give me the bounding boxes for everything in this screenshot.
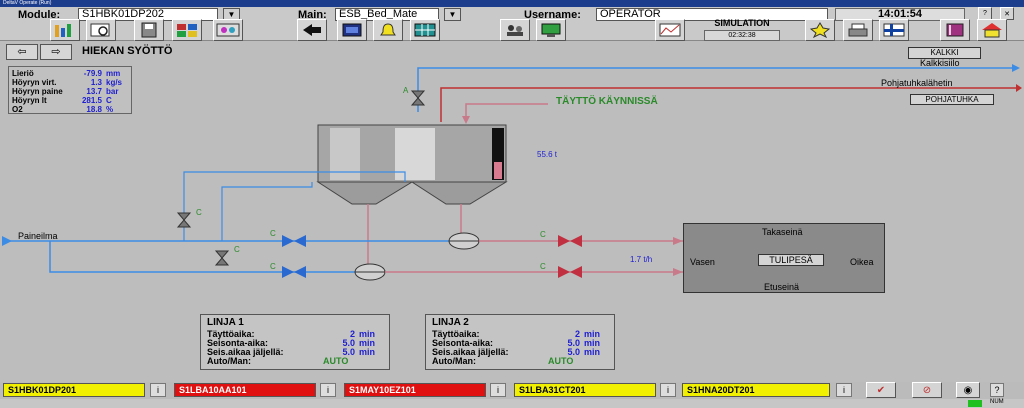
silo-cone-left (316, 181, 414, 205)
valve-c2-label: C (234, 245, 240, 254)
mode-label: Auto/Man: (207, 356, 251, 366)
tulipesa-button[interactable]: TULIPESÄ (758, 254, 824, 266)
valve-red-2-label: C (540, 262, 546, 271)
no-sound-icon: ⊘ (922, 384, 932, 396)
valve-a-icon (410, 90, 426, 99)
furnace: Takaseinä Vasen TULIPESÄ Oikea Etuseinä (683, 223, 885, 293)
num-lock: NUM (990, 399, 1004, 405)
mode-value[interactable]: AUTO (323, 356, 348, 366)
line-2-panel: LINJA 2 Täyttöaika: 2 min Seisonta-aika: 5.… (425, 314, 615, 370)
alarm-info-button[interactable]: i (150, 383, 166, 397)
kalkkisiilo-label: Kalkkisiilo (920, 58, 960, 68)
furnace-top: Takaseinä (762, 227, 803, 237)
alarm-info-button[interactable]: i (660, 383, 676, 397)
line-title: LINJA 2 (432, 317, 469, 328)
line-title: LINJA 1 (207, 317, 244, 328)
alarm-info-button[interactable]: i (836, 383, 852, 397)
fill-arrow-icon (462, 116, 470, 124)
valve-c1-label: C (196, 208, 202, 217)
silo-level-value: 55.6 t (537, 150, 558, 159)
alarm-item[interactable]: S1HNA20DT201 (682, 383, 830, 397)
valve-blue-1-icon (282, 235, 294, 247)
fill-pipe (465, 103, 548, 122)
furnace-bottom: Etuseinä (764, 282, 800, 292)
silo-level-fill (494, 162, 502, 179)
ack-alarm-button[interactable]: ✔ (866, 382, 896, 398)
remain-unit: min (584, 347, 601, 357)
valve-blue-1-label: C (270, 229, 276, 238)
valve-blue-2-label: C (270, 262, 276, 271)
valve-blue-2-icon (282, 266, 294, 278)
valve-red-1-label: C (540, 230, 546, 239)
alarm-item[interactable]: S1LBA10AA101 (174, 383, 316, 397)
alarm-item[interactable]: S1LBA31CT201 (514, 383, 656, 397)
mode-label: Auto/Man: (432, 356, 476, 366)
pohjatuhka-button[interactable]: POHJATUHKA (910, 94, 994, 105)
alarm-info-button[interactable]: i (320, 383, 336, 397)
remain-unit: min (359, 347, 376, 357)
checkmark-icon: ✔ (876, 384, 886, 396)
furnace-left: Vasen (690, 257, 715, 267)
paineilma-arrow-icon (2, 236, 12, 246)
horn-icon: ◉ (963, 384, 973, 396)
alarm-banner: S1HBK01DP201 i S1LBA10AA101 i S1MAY10EZ1… (0, 382, 1024, 399)
valve-c1-icon (176, 212, 192, 221)
valve-red-2-icon (558, 266, 570, 278)
status-bar: NUM (0, 399, 1024, 408)
kalkki-pipe (417, 67, 1018, 112)
valve-a-icon-lower (410, 97, 426, 106)
alarm-item[interactable]: S1MAY10EZ101 (344, 383, 486, 397)
silo-cone-right (410, 181, 508, 205)
valve-red-1-icon (558, 235, 570, 247)
status-indicator (968, 400, 982, 407)
silence-button[interactable]: ⊘ (912, 382, 942, 398)
valve-c2-icon (214, 250, 230, 259)
flow-value: 1.7 t/h (630, 255, 653, 264)
furnace-right: Oikea (850, 257, 874, 267)
alarm-info-button[interactable]: i (490, 383, 506, 397)
alarm-item[interactable]: S1HBK01DP201 (3, 383, 145, 397)
mode-value[interactable]: AUTO (548, 356, 573, 366)
line-1-panel: LINJA 1 Täyttöaika: 2 min Seisonta-aika: 5.… (200, 314, 390, 370)
pohjatuhka-arrow-icon (1016, 84, 1022, 92)
pohjatuhka-label: Pohjatuhkalähetin (881, 78, 953, 88)
kalkki-arrow-icon (1012, 64, 1020, 72)
fill-status: TÄYTTÖ KÄYNNISSÄ (556, 96, 658, 107)
paineilma-label: Paineilma (18, 231, 58, 241)
horn-button[interactable]: ◉ (956, 382, 980, 398)
valve-a-label: A (403, 86, 409, 95)
alarm-help-button[interactable]: ? (990, 383, 1004, 397)
